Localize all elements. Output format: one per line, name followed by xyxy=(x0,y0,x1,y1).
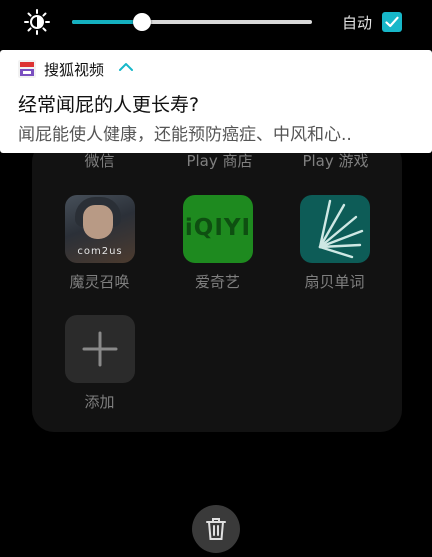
game-character-face xyxy=(83,205,113,239)
game-publisher-logo: com2us xyxy=(77,246,123,257)
auto-brightness-label: 自动 xyxy=(342,14,373,32)
brightness-slider-fill xyxy=(72,20,142,24)
app-label-play-games[interactable]: Play 游戏 xyxy=(283,150,388,171)
app-label-wechat[interactable]: 微信 xyxy=(47,150,152,171)
notification-body: 闻屁能使人健康，还能预防癌症、中风和心.. xyxy=(18,125,352,145)
notification-card[interactable]: 搜狐视频 经常闻屁的人更长寿? 闻屁能使人健康，还能预防癌症、中风和心.. xyxy=(0,50,432,153)
auto-brightness-checkbox[interactable] xyxy=(382,12,402,32)
app-label-iqiyi[interactable]: 爱奇艺 xyxy=(165,271,270,292)
app-label-summoners-war[interactable]: 魔灵召唤 xyxy=(47,271,152,292)
app-icon-shanbay[interactable] xyxy=(300,195,370,263)
shanbay-fan-icon xyxy=(318,199,364,259)
sohu-video-app-icon xyxy=(18,60,36,78)
app-icon-iqiyi[interactable]: iQIYI xyxy=(183,195,253,263)
brightness-slider-thumb[interactable] xyxy=(133,13,151,31)
checkmark-icon xyxy=(385,16,399,28)
plus-icon xyxy=(82,331,118,367)
brightness-slider[interactable] xyxy=(72,13,312,31)
app-label-shanbay[interactable]: 扇贝单词 xyxy=(282,271,387,292)
trash-icon xyxy=(206,518,226,540)
quick-settings-bar: 自动 xyxy=(0,0,432,44)
chevron-up-icon[interactable] xyxy=(118,61,134,73)
notification-app-name: 搜狐视频 xyxy=(44,61,105,79)
notification-title: 经常闻屁的人更长寿? xyxy=(18,94,200,116)
app-label-play-store[interactable]: Play 商店 xyxy=(167,150,272,171)
app-folder-panel: 微信 Play 商店 Play 游戏 com2us iQIYI 魔灵召唤 爱奇艺… xyxy=(32,140,402,432)
add-app-button[interactable] xyxy=(65,315,135,383)
app-icon-summoners-war[interactable]: com2us xyxy=(65,195,135,263)
delete-button[interactable] xyxy=(192,505,240,553)
add-app-label[interactable]: 添加 xyxy=(47,391,152,412)
sun-icon[interactable] xyxy=(24,9,50,35)
iqiyi-logo: iQIYI xyxy=(184,215,252,241)
